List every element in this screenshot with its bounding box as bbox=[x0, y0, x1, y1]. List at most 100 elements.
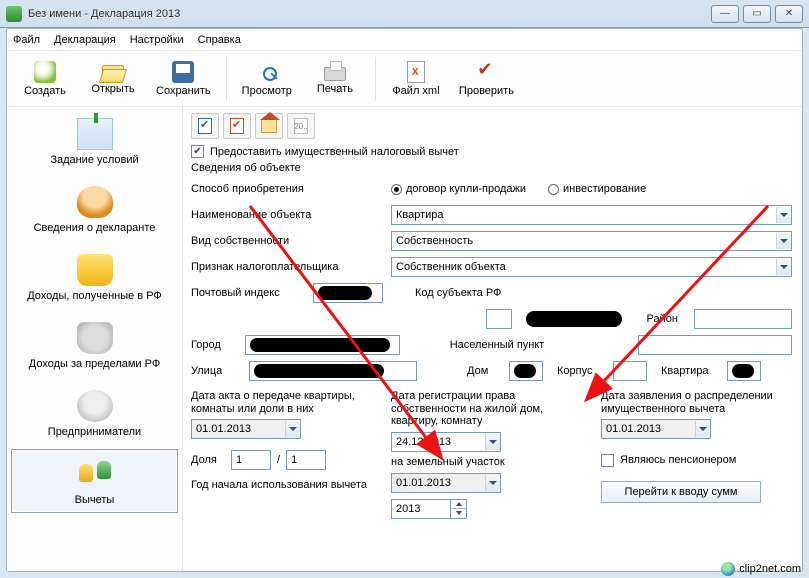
mini-btn-doc[interactable] bbox=[191, 113, 219, 139]
menu-settings[interactable]: Настройки bbox=[130, 34, 184, 46]
date-act-field[interactable]: 01.01.2013 bbox=[191, 419, 301, 439]
menu-help[interactable]: Справка bbox=[198, 34, 241, 46]
tool-open[interactable]: Открыть bbox=[81, 54, 145, 104]
tool-xml[interactable]: Файл xml bbox=[384, 54, 448, 104]
taxpayer-sign-select[interactable]: Собственник объекта bbox=[391, 257, 792, 277]
subject-code-input[interactable] bbox=[486, 309, 512, 329]
declarant-icon bbox=[77, 186, 113, 218]
date-appl-label: Дата заявления о распределении имуществе… bbox=[601, 390, 792, 415]
date-act-value: 01.01.2013 bbox=[196, 423, 251, 435]
chevron-down-icon bbox=[695, 421, 710, 437]
chevron-down-icon bbox=[776, 233, 791, 249]
redacted bbox=[250, 338, 390, 352]
tool-check[interactable]: Проверить bbox=[452, 54, 521, 104]
chevron-down-icon bbox=[485, 475, 500, 491]
year-start-value: 2013 bbox=[396, 503, 420, 515]
dates-row: Дата акта о передаче квартиры, комнаты и… bbox=[191, 390, 792, 519]
app-icon bbox=[6, 6, 22, 22]
tool-preview[interactable]: Просмотр bbox=[235, 54, 299, 104]
sidebar-item-income-rf[interactable]: Доходы, полученные в РФ bbox=[11, 245, 178, 309]
chevron-up-icon[interactable] bbox=[456, 502, 462, 506]
sidebar-item-income-abroad[interactable]: Доходы за пределами РФ bbox=[11, 313, 178, 377]
sidebar-label: Вычеты bbox=[75, 494, 115, 506]
app-frame: Файл Декларация Настройки Справка Создат… bbox=[6, 28, 803, 572]
chevron-down-icon bbox=[285, 421, 300, 437]
pensioner-checkbox[interactable] bbox=[601, 454, 614, 467]
locality-input[interactable] bbox=[638, 335, 793, 355]
watermark-text: clip2net.com bbox=[739, 563, 801, 575]
date-land-value: 01.01.2013 bbox=[396, 477, 451, 489]
chevron-down-icon bbox=[485, 434, 500, 450]
sidebar-label: Сведения о декларанте bbox=[34, 222, 156, 234]
chevron-down-icon[interactable] bbox=[456, 511, 462, 515]
tool-print-label: Печать bbox=[317, 83, 353, 95]
conditions-icon bbox=[77, 118, 113, 150]
postal-input[interactable] bbox=[313, 283, 383, 303]
red-check-icon bbox=[230, 118, 244, 134]
redacted bbox=[254, 364, 384, 378]
street-label: Улица bbox=[191, 365, 235, 377]
flat-label: Квартира bbox=[661, 365, 713, 377]
korpus-input[interactable] bbox=[613, 361, 647, 381]
postal-label: Почтовый индекс bbox=[191, 287, 299, 299]
flat-input[interactable] bbox=[727, 361, 761, 381]
sidebar-item-deductions[interactable]: Вычеты bbox=[11, 449, 178, 513]
tool-save-label: Сохранить bbox=[156, 85, 211, 97]
tool-open-label: Открыть bbox=[91, 83, 134, 95]
radio-invest-label: инвестирование bbox=[563, 183, 646, 195]
district-label: Район bbox=[646, 313, 679, 325]
radio-dot-icon bbox=[548, 184, 559, 195]
preview-icon bbox=[256, 61, 278, 83]
menu-declaration[interactable]: Декларация bbox=[54, 34, 116, 46]
main-toolbar: Создать Открыть Сохранить Просмотр Печат… bbox=[7, 51, 802, 107]
acq-method-radiogroup: договор купли-продажи инвестирование bbox=[391, 183, 646, 195]
taxpayer-sign-label: Признак налогоплательщика bbox=[191, 261, 381, 273]
sidebar-item-entrepreneurs[interactable]: Предприниматели bbox=[11, 381, 178, 445]
body: Задание условий Сведения о декларанте До… bbox=[7, 107, 802, 571]
locality-label: Населенный пункт bbox=[450, 339, 624, 351]
mini-btn-check[interactable] bbox=[223, 113, 251, 139]
date-reg-field[interactable]: 24.12.2013 bbox=[391, 432, 501, 452]
district-input[interactable] bbox=[694, 309, 792, 329]
tool-save[interactable]: Сохранить bbox=[149, 54, 218, 104]
date-appl-field[interactable]: 01.01.2013 bbox=[601, 419, 711, 439]
share-den-input[interactable]: 1 bbox=[286, 450, 326, 470]
obj-name-select[interactable]: Квартира bbox=[391, 205, 792, 225]
date-land-label: на земельный участок bbox=[391, 456, 591, 469]
tool-xml-label: Файл xml bbox=[392, 85, 439, 97]
date-appl-value: 01.01.2013 bbox=[606, 423, 661, 435]
toolbar-separator bbox=[375, 57, 376, 101]
own-type-select[interactable]: Собственность bbox=[391, 231, 792, 251]
new-icon bbox=[34, 61, 56, 83]
date-land-field[interactable]: 01.01.2013 bbox=[391, 473, 501, 493]
minimize-button[interactable]: — bbox=[711, 5, 739, 23]
provide-deduction-checkbox[interactable] bbox=[191, 145, 204, 158]
radio-invest[interactable]: инвестирование bbox=[548, 183, 646, 195]
go-sums-label: Перейти к вводу сумм bbox=[625, 486, 738, 498]
mini-btn-home[interactable] bbox=[255, 113, 283, 139]
tool-print[interactable]: Печать bbox=[303, 54, 367, 104]
house-input[interactable] bbox=[509, 361, 543, 381]
sidebar-label: Задание условий bbox=[50, 154, 138, 166]
street-input[interactable] bbox=[249, 361, 417, 381]
sidebar-item-conditions[interactable]: Задание условий bbox=[11, 109, 178, 173]
mini-btn-num[interactable]: 20.. bbox=[287, 113, 315, 139]
year-start-label: Год начала использования вычета bbox=[191, 479, 381, 492]
share-num-input[interactable]: 1 bbox=[231, 450, 271, 470]
date-reg-value: 24.12.2013 bbox=[396, 436, 451, 448]
chevron-down-icon bbox=[776, 259, 791, 275]
close-button[interactable]: ✕ bbox=[775, 5, 803, 23]
own-type-label: Вид собственности bbox=[191, 235, 381, 247]
sidebar: Задание условий Сведения о декларанте До… bbox=[7, 107, 183, 571]
open-icon bbox=[102, 65, 124, 81]
radio-purchase[interactable]: договор купли-продажи bbox=[391, 183, 526, 195]
sidebar-item-declarant[interactable]: Сведения о декларанте bbox=[11, 177, 178, 241]
maximize-button[interactable]: ▭ bbox=[743, 5, 771, 23]
provide-deduction-row: Предоставить имущественный налоговый выч… bbox=[191, 145, 792, 158]
tool-new[interactable]: Создать bbox=[13, 54, 77, 104]
menu-file[interactable]: Файл bbox=[13, 34, 40, 46]
city-input[interactable] bbox=[245, 335, 400, 355]
radio-dot-icon bbox=[391, 184, 402, 195]
year-start-field[interactable]: 2013 bbox=[391, 499, 451, 519]
go-sums-button[interactable]: Перейти к вводу сумм bbox=[601, 481, 761, 503]
